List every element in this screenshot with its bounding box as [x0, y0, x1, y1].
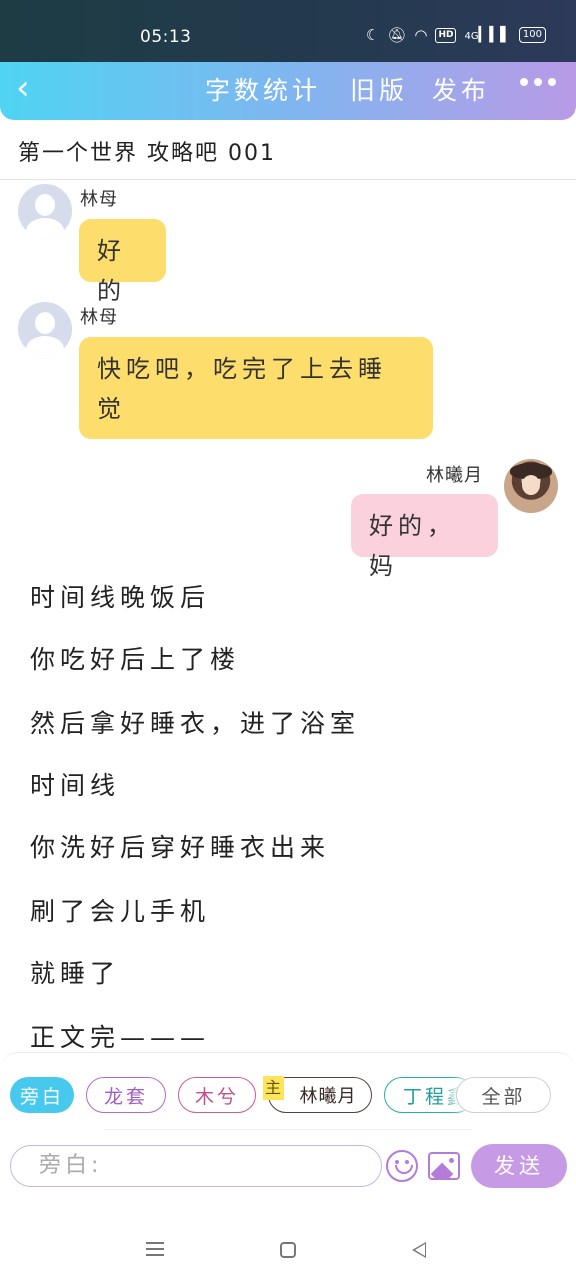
chip-scroll-divider [104, 1129, 472, 1130]
status-time: 05:13 [140, 27, 192, 47]
moon-icon: ☾ [365, 26, 380, 44]
avatar-photo[interactable] [504, 459, 558, 513]
word-count-button[interactable]: 字数统计 [205, 71, 321, 107]
emoji-icon[interactable] [386, 1150, 418, 1182]
role-chip-narrator[interactable]: 旁白 [10, 1077, 74, 1113]
role-chip-linxiyue[interactable]: 主 林曦月 [263, 1076, 372, 1113]
composer-panel: 旁白 龙套 木兮 主 林曦月 丁程鑫 全部 旁白: 发送 [0, 1052, 576, 1192]
more-icon[interactable] [520, 78, 556, 86]
narration-line[interactable]: 正文完——— [30, 1018, 210, 1054]
wifi-icon: ◠ [414, 26, 428, 44]
image-icon[interactable] [428, 1152, 460, 1180]
avatar-placeholder[interactable] [18, 184, 72, 238]
home-icon[interactable] [280, 1242, 296, 1258]
narration-line[interactable]: 然后拿好睡衣，进了浴室 [30, 704, 360, 740]
message-bubble[interactable]: 快吃吧，吃完了上去睡觉 [79, 337, 433, 439]
narration-line[interactable]: 时间线 [30, 766, 120, 802]
mute-icon: 🔕︎ [387, 26, 407, 44]
back-icon[interactable] [412, 1242, 426, 1258]
narration-line[interactable]: 刷了会儿手机 [30, 892, 210, 928]
role-chip-all[interactable]: 全部 [456, 1077, 551, 1113]
divider [0, 179, 576, 180]
role-chip-extra[interactable]: 龙套 [86, 1077, 166, 1113]
network-label: 4G [464, 31, 479, 42]
role-chip-label: 林曦月 [299, 1086, 357, 1107]
old-version-button[interactable]: 旧版 [350, 71, 408, 107]
narration-line[interactable]: 时间线晚饭后 [30, 578, 210, 614]
message-speaker: 林母 [80, 307, 118, 328]
message-speaker: 林曦月 [426, 465, 483, 486]
narration-line[interactable]: 你吃好后上了楼 [30, 640, 240, 676]
status-icons: ☾ 🔕︎ ◠ HD 4G▎▍▌ 100 [366, 26, 546, 44]
status-bar: 05:13 ☾ 🔕︎ ◠ HD 4G▎▍▌ 100 [0, 0, 576, 62]
menu-icon[interactable] [146, 1242, 164, 1256]
message-bubble[interactable]: 好的，妈 [351, 494, 498, 580]
send-button[interactable]: 发送 [471, 1144, 567, 1188]
message-input[interactable]: 旁白: [10, 1145, 382, 1187]
top-bar: ‹ 字数统计 旧版 发布 [0, 62, 576, 120]
publish-button[interactable]: 发布 [432, 71, 490, 107]
hd-icon: HD [435, 27, 457, 43]
system-nav-bar [0, 1192, 576, 1280]
message-bubble[interactable]: 好的 [79, 219, 166, 305]
battery-icon: 100 [518, 27, 546, 43]
message-speaker: 林母 [80, 189, 118, 210]
signal-4g-icon: 4G▎▍▌ [464, 27, 511, 43]
role-chip-muxi[interactable]: 木兮 [178, 1077, 256, 1113]
narration-line[interactable]: 你洗好后穿好睡衣出来 [30, 828, 330, 864]
back-button[interactable]: ‹ [16, 70, 46, 106]
protagonist-badge: 主 [263, 1076, 285, 1100]
avatar-placeholder[interactable] [18, 302, 72, 356]
document-title[interactable]: 第一个世界 攻略吧 001 [18, 135, 276, 167]
narration-line[interactable]: 就睡了 [30, 954, 120, 990]
